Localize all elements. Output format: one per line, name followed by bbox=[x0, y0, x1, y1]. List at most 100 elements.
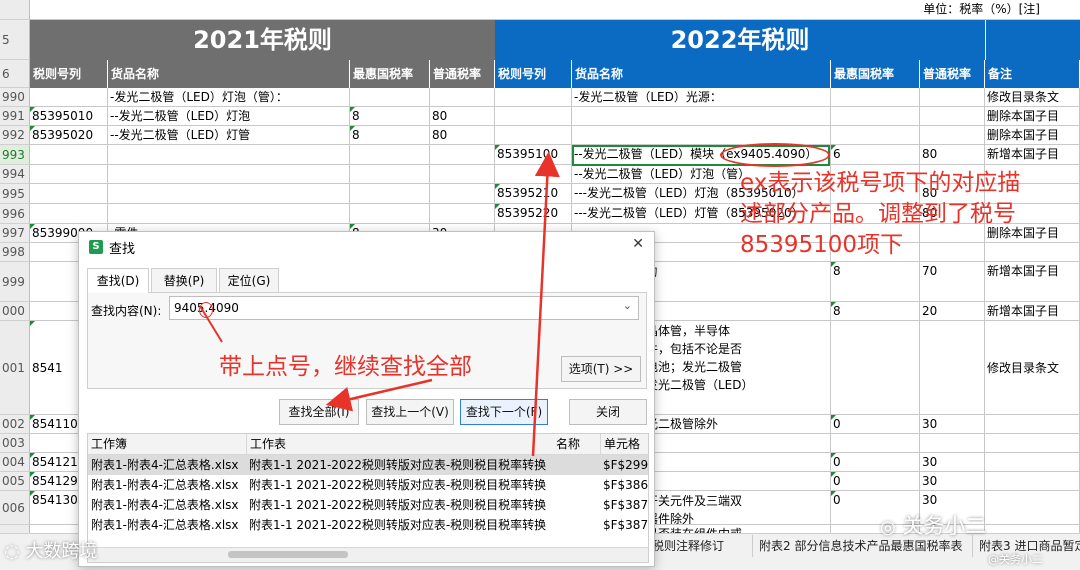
table-cell[interactable] bbox=[350, 204, 430, 224]
table-cell[interactable]: 修改目录条文 bbox=[985, 88, 1080, 107]
table-cell[interactable]: 新增本国子目 bbox=[985, 145, 1080, 165]
table-cell[interactable] bbox=[920, 107, 985, 126]
close-icon[interactable]: ✕ bbox=[632, 236, 644, 252]
tab-goto[interactable]: 定位(G) bbox=[219, 268, 279, 292]
table-cell[interactable]: 20 bbox=[920, 302, 985, 321]
table-cell[interactable]: 0 bbox=[831, 472, 920, 491]
search-input[interactable]: 9405.4090 ⌄ bbox=[169, 296, 639, 320]
table-cell[interactable]: 0 bbox=[831, 453, 920, 472]
table-cell[interactable] bbox=[430, 88, 495, 107]
table-cell[interactable]: --发光二极管（LED）灯管 bbox=[108, 126, 350, 145]
table-cell[interactable]: -发光二极管（LED）灯泡（管）： bbox=[108, 88, 350, 107]
row-header[interactable]: 997 bbox=[0, 224, 30, 243]
table-cell[interactable] bbox=[985, 491, 1080, 525]
col-2021-general[interactable]: 普通税率 bbox=[430, 60, 495, 88]
table-cell[interactable] bbox=[831, 107, 920, 126]
col-2021-mfn[interactable]: 最惠国税率 bbox=[350, 60, 430, 88]
table-cell[interactable] bbox=[920, 88, 985, 107]
table-cell[interactable]: 80 bbox=[920, 145, 985, 165]
table-cell[interactable] bbox=[108, 145, 350, 165]
table-cell[interactable] bbox=[572, 107, 831, 126]
result-row[interactable]: 附表1-附表4-汇总表格.xlsx 附表1-1 2021-2022税则转版对应表-… bbox=[88, 455, 648, 475]
col-2022-name[interactable]: 货品名称 bbox=[572, 60, 831, 88]
row-header[interactable]: 005 bbox=[0, 472, 30, 491]
scrollbar-thumb[interactable] bbox=[228, 551, 348, 558]
row-header[interactable]: 992 bbox=[0, 126, 30, 145]
table-cell[interactable] bbox=[985, 453, 1080, 472]
table-cell[interactable]: --发光二极管（LED）灯泡 bbox=[108, 107, 350, 126]
row-header-5[interactable]: 5 bbox=[0, 20, 30, 60]
row-header[interactable]: 990 bbox=[0, 88, 30, 107]
col-2022-general[interactable]: 普通税率 bbox=[920, 60, 985, 88]
table-cell[interactable]: 30 bbox=[920, 453, 985, 472]
tab-find[interactable]: 查找(D) bbox=[87, 268, 149, 293]
table-cell[interactable] bbox=[831, 126, 920, 145]
table-cell[interactable]: 8 bbox=[350, 107, 430, 126]
col-worksheet[interactable]: 工作表 bbox=[246, 434, 546, 454]
table-cell[interactable]: 70 bbox=[920, 262, 985, 302]
table-cell[interactable] bbox=[350, 145, 430, 165]
result-row[interactable]: 附表1-附表4-汇总表格.xlsx 附表1-1 2021-2022税则转版对应表-… bbox=[88, 515, 648, 535]
table-cell[interactable]: 8 bbox=[831, 262, 920, 302]
col-2021-name[interactable]: 货品名称 bbox=[108, 60, 350, 88]
table-cell[interactable]: 新增本国子目 bbox=[985, 262, 1080, 302]
table-cell[interactable]: 6 bbox=[831, 145, 920, 165]
row-header[interactable]: 999 bbox=[0, 262, 30, 302]
row-header-6[interactable]: 6 bbox=[0, 60, 30, 88]
table-cell[interactable] bbox=[30, 204, 108, 224]
row-header[interactable]: 991 bbox=[0, 107, 30, 126]
table-cell[interactable] bbox=[831, 434, 920, 453]
table-cell[interactable] bbox=[430, 165, 495, 184]
find-next-button[interactable]: 查找下一个(F) bbox=[460, 399, 548, 425]
sheet-tab-notes[interactable]: 税则注释修订 bbox=[646, 535, 730, 557]
row-header-4[interactable] bbox=[0, 0, 30, 20]
result-row[interactable]: 附表1-附表4-汇总表格.xlsx 附表1-1 2021-2022税则转版对应表-… bbox=[88, 495, 648, 515]
table-cell[interactable] bbox=[985, 472, 1080, 491]
table-cell[interactable] bbox=[920, 126, 985, 145]
find-prev-button[interactable]: 查找上一个(V) bbox=[366, 399, 454, 425]
table-cell[interactable] bbox=[30, 184, 108, 204]
row-header[interactable]: 001 bbox=[0, 321, 30, 415]
result-row[interactable]: 附表1-附表4-汇总表格.xlsx 附表1-1 2021-2022税则转版对应表-… bbox=[88, 475, 648, 495]
table-cell[interactable]: 8 bbox=[350, 126, 430, 145]
row-header[interactable]: 000 bbox=[0, 302, 30, 321]
table-cell[interactable]: 85395220 bbox=[495, 204, 572, 224]
table-cell[interactable] bbox=[430, 204, 495, 224]
table-cell[interactable] bbox=[30, 88, 108, 107]
table-cell[interactable]: 85395100 bbox=[495, 145, 572, 165]
table-cell[interactable]: 8 bbox=[831, 302, 920, 321]
row-header[interactable]: 004 bbox=[0, 453, 30, 472]
row-header[interactable]: 002 bbox=[0, 415, 30, 434]
table-cell[interactable] bbox=[920, 434, 985, 453]
close-button[interactable]: 关闭 bbox=[569, 399, 647, 425]
col-workbook[interactable]: 工作簿 bbox=[88, 434, 244, 454]
col-2022-code[interactable]: 税则号列 bbox=[495, 60, 572, 88]
table-cell[interactable] bbox=[920, 321, 985, 415]
table-cell[interactable] bbox=[831, 321, 920, 415]
table-cell[interactable] bbox=[430, 145, 495, 165]
table-cell[interactable] bbox=[350, 184, 430, 204]
table-cell[interactable] bbox=[108, 165, 350, 184]
table-cell[interactable] bbox=[831, 88, 920, 107]
table-cell[interactable] bbox=[985, 434, 1080, 453]
table-cell[interactable] bbox=[350, 88, 430, 107]
table-cell[interactable]: 85395010 bbox=[30, 107, 108, 126]
table-cell[interactable] bbox=[985, 415, 1080, 434]
row-header[interactable]: 006 bbox=[0, 491, 30, 525]
col-2022-remark[interactable]: 备注 bbox=[985, 60, 1080, 88]
table-cell[interactable] bbox=[350, 165, 430, 184]
table-cell[interactable]: 删除本国子目 bbox=[985, 107, 1080, 126]
row-header[interactable]: 996 bbox=[0, 204, 30, 224]
chevron-down-icon[interactable]: ⌄ bbox=[623, 299, 632, 312]
col-2022-mfn[interactable]: 最惠国税率 bbox=[831, 60, 920, 88]
table-cell[interactable] bbox=[108, 204, 350, 224]
row-header[interactable]: 993 bbox=[0, 145, 30, 165]
table-cell[interactable]: 30 bbox=[920, 415, 985, 434]
table-cell[interactable] bbox=[572, 126, 831, 145]
table-cell[interactable] bbox=[495, 107, 572, 126]
options-button[interactable]: 选项(T) >> bbox=[561, 356, 641, 382]
col-2021-code[interactable]: 税则号列 bbox=[30, 60, 108, 88]
table-cell[interactable]: 80 bbox=[430, 107, 495, 126]
table-cell[interactable]: 30 bbox=[920, 472, 985, 491]
table-cell[interactable]: -发光二极管（LED）光源： bbox=[572, 88, 831, 107]
